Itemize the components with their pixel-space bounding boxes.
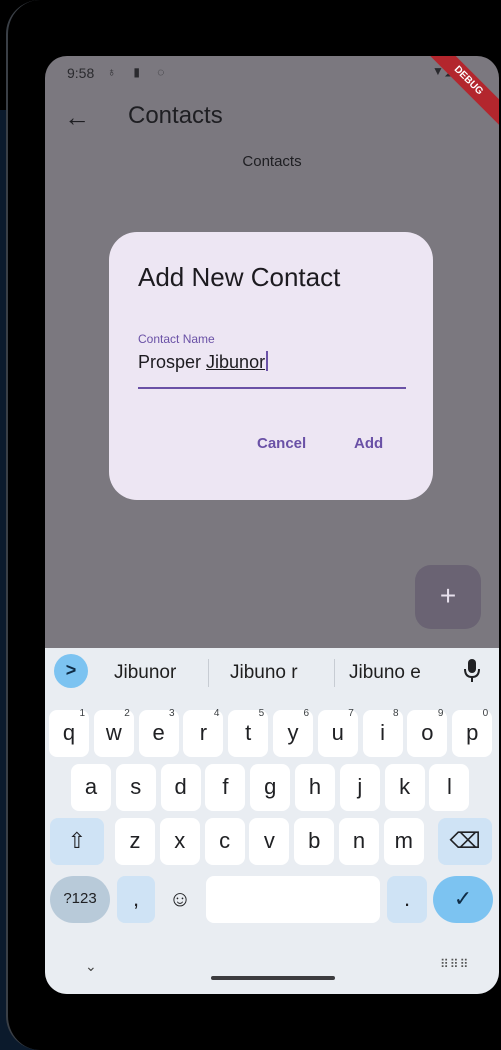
key-letter: r <box>199 720 208 745</box>
key-r[interactable]: r4 <box>183 708 224 757</box>
debug-banner: DEBUG <box>415 56 499 134</box>
key-n[interactable]: n <box>339 818 379 865</box>
key-w[interactable]: w2 <box>93 708 134 757</box>
app-bar-title: Contacts <box>128 102 223 129</box>
key-hint-number: 1 <box>79 708 85 719</box>
cancel-button[interactable]: Cancel <box>257 435 306 452</box>
suggestion-3[interactable]: Jibuno e <box>349 662 421 684</box>
key-p[interactable]: p0 <box>452 708 493 757</box>
contact-name-input[interactable]: Prosper Jibunor <box>138 351 269 373</box>
keyboard-switch-icon[interactable]: ⠿⠿⠿ <box>440 957 469 971</box>
key-v[interactable]: v <box>249 818 290 865</box>
add-button[interactable]: Add <box>354 435 383 452</box>
comma-key[interactable]: , <box>117 876 155 923</box>
keyboard-row-1: q1w2e3r4t5y6u7i8o9p0 <box>45 708 499 757</box>
key-s[interactable]: s <box>115 764 156 811</box>
phone-frame: 9:58 ♁ ▮ ◌ ▼◢▮ DEBUG ← Contacts Contacts… <box>6 0 501 1050</box>
key-letter: i <box>380 720 386 745</box>
add-contact-dialog: Add New Contact Contact Name Prosper Jib… <box>109 232 433 500</box>
dialog-title: Add New Contact <box>138 262 341 292</box>
input-underline <box>138 387 406 389</box>
key-hint-number: 7 <box>348 708 354 719</box>
space-key[interactable] <box>206 876 380 923</box>
key-z[interactable]: z <box>115 818 155 865</box>
key-f[interactable]: f <box>205 764 246 811</box>
key-letter: o <box>421 720 434 745</box>
key-letter: e <box>152 720 165 745</box>
enter-key-icon[interactable]: ✓ <box>433 876 493 923</box>
numbers-key[interactable]: ?123 <box>50 876 110 923</box>
status-notification-icons: ♁ ▮ ◌ <box>107 65 172 79</box>
key-i[interactable]: i8 <box>362 708 403 757</box>
key-hint-number: 8 <box>393 708 399 719</box>
key-t[interactable]: t5 <box>228 708 269 757</box>
key-b[interactable]: b <box>294 818 335 865</box>
key-o[interactable]: o9 <box>407 708 448 757</box>
backspace-key-icon[interactable]: ⌫ <box>438 818 492 865</box>
key-letter: t <box>245 720 252 745</box>
key-hint-number: 5 <box>258 708 265 719</box>
key-letter: y <box>287 720 299 745</box>
suggestion-expand-icon[interactable]: > <box>54 654 88 688</box>
microphone-icon[interactable] <box>463 656 481 686</box>
key-u[interactable]: u7 <box>317 708 358 757</box>
phone-screen: 9:58 ♁ ▮ ◌ ▼◢▮ DEBUG ← Contacts Contacts… <box>45 56 499 994</box>
key-y[interactable]: y6 <box>273 708 313 757</box>
key-d[interactable]: d <box>160 764 201 811</box>
key-j[interactable]: j <box>339 764 380 811</box>
shift-key-icon[interactable]: ⇧ <box>50 818 104 865</box>
key-hint-number: 6 <box>303 708 309 719</box>
key-letter: w <box>105 720 122 745</box>
key-q[interactable]: q1 <box>49 708 89 757</box>
input-text-composing: Jibunor <box>206 352 266 372</box>
status-bar: 9:58 ♁ ▮ ◌ ▼◢▮ DEBUG <box>45 56 499 134</box>
key-hint-number: 0 <box>482 708 489 719</box>
key-letter: u <box>331 720 344 745</box>
back-arrow-icon[interactable]: ← <box>64 102 90 133</box>
key-g[interactable]: g <box>250 764 291 811</box>
key-h[interactable]: h <box>295 764 335 811</box>
suggestion-2[interactable]: Jibuno r <box>230 662 298 684</box>
suggestion-divider <box>208 659 209 687</box>
status-time: 9:58 <box>67 65 95 81</box>
text-cursor <box>266 351 269 371</box>
suggestion-divider <box>334 659 335 687</box>
key-a[interactable]: a <box>71 764 111 811</box>
contact-name-label: Contact Name <box>138 332 215 346</box>
suggestion-1[interactable]: Jibunor <box>114 662 176 684</box>
key-letter: p <box>466 720 479 745</box>
key-l[interactable]: l <box>429 764 470 811</box>
input-text-first: Prosper <box>138 352 207 372</box>
key-hint-number: 3 <box>169 708 175 719</box>
keyboard-row-4: ?123 , ☺ . ✓ <box>45 876 499 923</box>
home-indicator[interactable] <box>211 976 335 980</box>
key-e[interactable]: e3 <box>138 708 179 757</box>
key-m[interactable]: m <box>383 818 424 865</box>
emoji-key-icon[interactable]: ☺ <box>161 876 199 923</box>
key-hint-number: 9 <box>437 708 444 719</box>
page-subtitle: Contacts <box>242 153 302 170</box>
key-hint-number: 4 <box>213 708 220 719</box>
key-letter: q <box>62 720 76 745</box>
soft-keyboard: > Jibunor Jibuno r Jibuno e q1w2e3r4t5y6… <box>45 648 499 994</box>
key-hint-number: 2 <box>124 708 130 719</box>
keyboard-row-2: asdfghjkl <box>45 764 499 811</box>
key-c[interactable]: c <box>204 818 245 865</box>
key-x[interactable]: x <box>159 818 200 865</box>
add-contact-fab[interactable]: + <box>415 565 481 629</box>
hide-keyboard-icon[interactable]: ⌄ <box>85 958 97 975</box>
key-k[interactable]: k <box>384 764 425 811</box>
keyboard-row-3: ⇧ zxcvbnm ⌫ <box>45 818 499 865</box>
period-key[interactable]: . <box>387 876 427 923</box>
